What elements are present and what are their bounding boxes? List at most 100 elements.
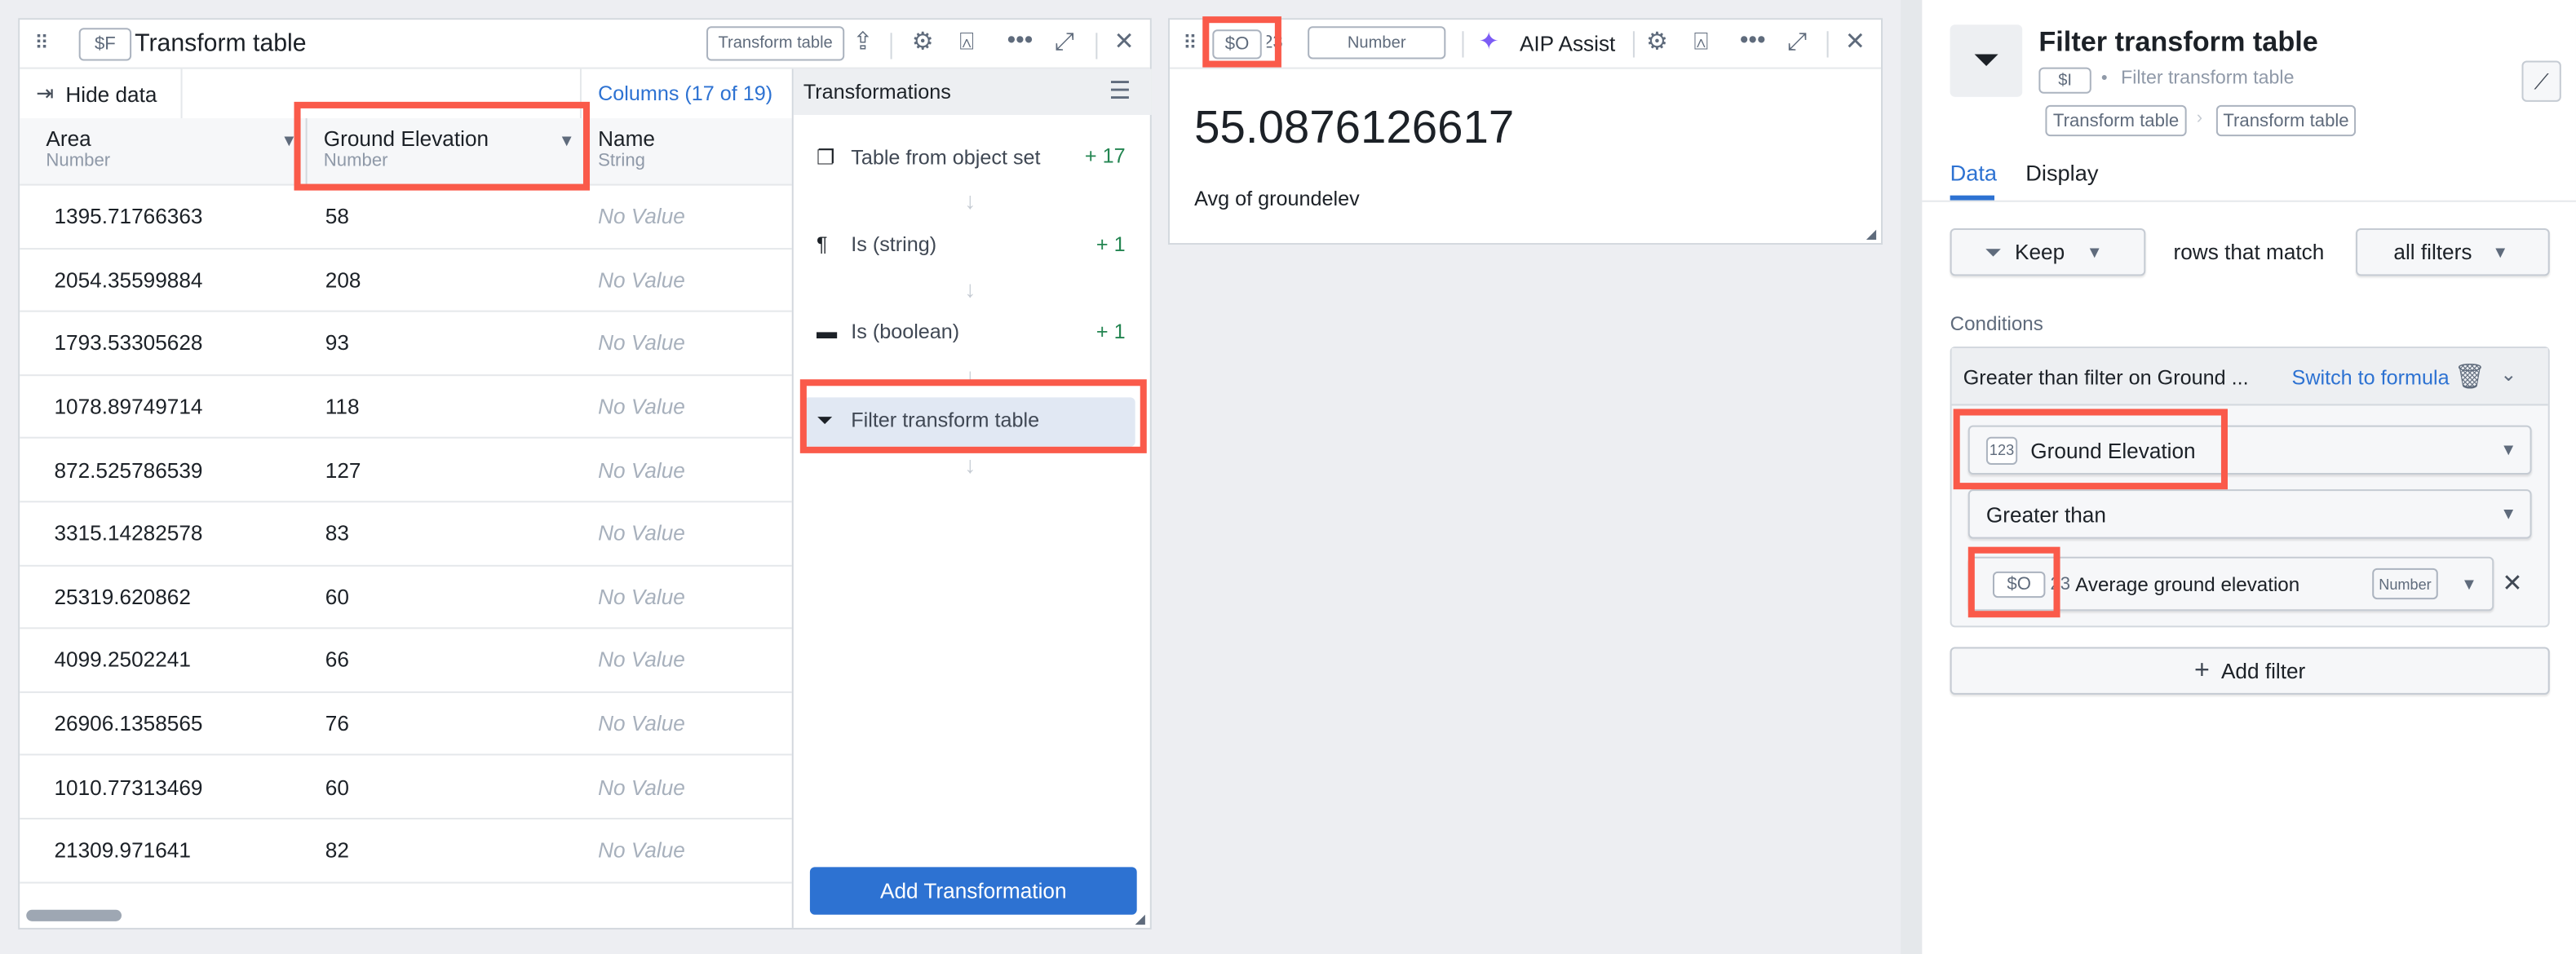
condition-title: Greater than filter on Ground ... <box>1963 366 2249 390</box>
add-filter-button[interactable]: + Add filter <box>1950 647 2550 695</box>
maximize-icon[interactable]: ⤢ <box>1055 29 1074 54</box>
table-row[interactable]: 25319.620862 60 No Value <box>20 566 792 629</box>
sort-caret-icon[interactable]: ▼ <box>559 133 575 151</box>
table-row[interactable]: 26906.1358565 76 No Value <box>20 692 792 757</box>
gear-icon[interactable]: ⚙ <box>912 29 934 54</box>
column-header-row: Area Number ▼ Ground Elevation Number ▼ … <box>20 118 792 186</box>
cell-name: No Value <box>598 204 685 229</box>
cell-area: 21309.971641 <box>54 837 191 863</box>
type-badge: Number <box>2372 568 2438 600</box>
column-type: String <box>598 151 645 171</box>
collapse-panel-icon[interactable]: ☰ <box>1109 79 1131 104</box>
plus-icon: + <box>2194 656 2210 684</box>
breadcrumb-item[interactable]: Transform table <box>2045 104 2187 137</box>
more-icon[interactable]: ••• <box>1740 28 1766 52</box>
cell-ground-elevation: 127 <box>325 457 361 483</box>
transformation-step[interactable]: ⏷ Filter transform table <box>803 396 1135 446</box>
variable-badge: $I <box>2038 67 2091 94</box>
operator-label: Greater than <box>1985 501 2106 527</box>
cell-name: No Value <box>598 711 685 736</box>
variable-badge: $O <box>1212 29 1262 60</box>
column-header-name[interactable]: Name String <box>598 126 655 170</box>
type-badge: Number <box>1308 26 1446 60</box>
step-column-count: + 17 <box>1084 144 1126 168</box>
table-row[interactable]: 3315.14282578 83 No Value <box>20 502 792 567</box>
cell-name: No Value <box>598 267 685 293</box>
resize-handle-icon[interactable]: ◢ <box>1866 227 1876 241</box>
column-header-area[interactable]: Area Number ▼ <box>46 126 297 171</box>
sparkle-icon: ✦ <box>1478 28 1499 56</box>
value-select[interactable]: $O 23 Average ground elevation Number ▼ <box>1967 556 2494 612</box>
value-label: Average ground elevation <box>2075 572 2300 596</box>
resize-handle-icon[interactable]: ◢ <box>1135 912 1145 926</box>
remove-value-icon[interactable]: ✕ <box>2502 572 2522 596</box>
field-label: Ground Elevation <box>2030 437 2196 462</box>
cell-name: No Value <box>598 837 685 863</box>
table-row[interactable]: 21309.971641 82 No Value <box>20 819 792 883</box>
presentation-icon[interactable]: ⍓ <box>959 29 974 54</box>
maximize-icon[interactable]: ⤢ <box>1787 29 1807 54</box>
add-filter-label: Add filter <box>2220 658 2306 683</box>
step-label: Is (string) <box>851 232 937 256</box>
export-icon[interactable]: ⇪ <box>852 29 873 54</box>
aip-assist-button[interactable]: AIP Assist <box>1520 31 1615 55</box>
field-select[interactable]: 123 Ground Elevation ▼ <box>1967 425 2532 475</box>
filter-check-icon: ⏷ <box>1984 239 2002 264</box>
close-icon[interactable]: ✕ <box>1845 29 1866 54</box>
sort-caret-icon[interactable]: ▼ <box>281 133 297 151</box>
bullet: • <box>2100 68 2108 89</box>
chevron-down-icon[interactable]: ⌄ <box>2500 364 2516 384</box>
tab-data[interactable]: Data <box>1950 161 1997 185</box>
filter-list-icon: ⏷ <box>1950 24 2023 97</box>
operator-select[interactable]: Greater than ▼ <box>1967 489 2532 539</box>
drag-handle-icon[interactable]: ⠿ <box>34 33 49 52</box>
breadcrumb-item[interactable]: Transform table <box>2215 104 2357 137</box>
transformation-step[interactable]: ¶ Is (string) + 1 <box>803 221 1135 270</box>
cell-name: No Value <box>598 330 685 356</box>
cell-area: 25319.620862 <box>54 584 191 609</box>
column-name: Name <box>598 126 655 152</box>
cell-ground-elevation: 76 <box>325 711 349 736</box>
table-row[interactable]: 1078.89749714 118 No Value <box>20 376 792 439</box>
arrow-down-icon: ↓ <box>964 275 976 302</box>
filter-list-icon: ⏷ <box>816 408 834 431</box>
keep-select[interactable]: ⏷ Keep ▼ <box>1950 227 2146 276</box>
cell-ground-elevation: 58 <box>325 204 349 229</box>
close-icon[interactable]: ✕ <box>1113 29 1134 54</box>
table-row[interactable]: 872.525786539 127 No Value <box>20 439 792 503</box>
presentation-icon[interactable]: ⍓ <box>1693 29 1708 54</box>
cell-ground-elevation: 208 <box>325 267 361 293</box>
cell-area: 1395.71766363 <box>54 204 203 229</box>
transform-table-widget: ⠿ $F Transform table Transform table ⇪ ⚙… <box>18 18 1152 930</box>
drag-handle-icon[interactable]: ⠿ <box>1183 33 1197 52</box>
hide-data-button[interactable]: ⇥ Hide data <box>20 68 183 119</box>
table-row[interactable]: 1010.77313469 60 No Value <box>20 756 792 819</box>
tab-display[interactable]: Display <box>2025 161 2098 185</box>
transformation-step[interactable]: ❐ Table from object set + 17 <box>803 133 1135 182</box>
column-type: Number <box>323 151 388 171</box>
switch-to-formula-link[interactable]: Switch to formula <box>2292 366 2450 389</box>
add-transformation-button[interactable]: Add Transformation <box>809 867 1137 915</box>
column-type: Number <box>46 151 111 171</box>
table-row[interactable]: 2054.35599884 208 No Value <box>20 249 792 313</box>
cell-area: 4099.2502241 <box>54 647 191 673</box>
panel-title: Filter transform table <box>2038 26 2318 58</box>
column-header-ground-elevation[interactable]: Ground Elevation Number ▼ <box>305 118 582 184</box>
more-icon[interactable]: ••• <box>1007 28 1033 52</box>
horizontal-scrollbar[interactable] <box>26 909 122 921</box>
type-badge: Transform table <box>706 26 845 61</box>
trash-icon[interactable]: 🗑 <box>2454 364 2485 389</box>
columns-link[interactable]: Columns (17 of 19) <box>598 82 772 105</box>
type-prefix: 123 <box>1267 33 1283 53</box>
transformation-step[interactable]: ▬ Is (boolean) + 1 <box>803 309 1135 358</box>
column-name: Ground Elevation <box>323 126 489 152</box>
table-row[interactable]: 1793.53305628 93 No Value <box>20 312 792 376</box>
gear-icon[interactable]: ⚙ <box>1646 29 1668 54</box>
table-stack-icon: ❐ <box>816 146 835 170</box>
table-row[interactable]: 1395.71766363 58 No Value <box>20 186 792 250</box>
add-chart-icon[interactable]: ⟋ <box>2521 60 2561 102</box>
metric-widget: ⠿ $O 123 Number ✦ AIP Assist ⚙ ⍓ ••• ⤢ ✕… <box>1167 18 1883 245</box>
step-column-count: + 1 <box>1095 320 1126 343</box>
table-row[interactable]: 4099.2502241 66 No Value <box>20 629 792 693</box>
match-mode-select[interactable]: all filters ▼ <box>2356 227 2550 276</box>
